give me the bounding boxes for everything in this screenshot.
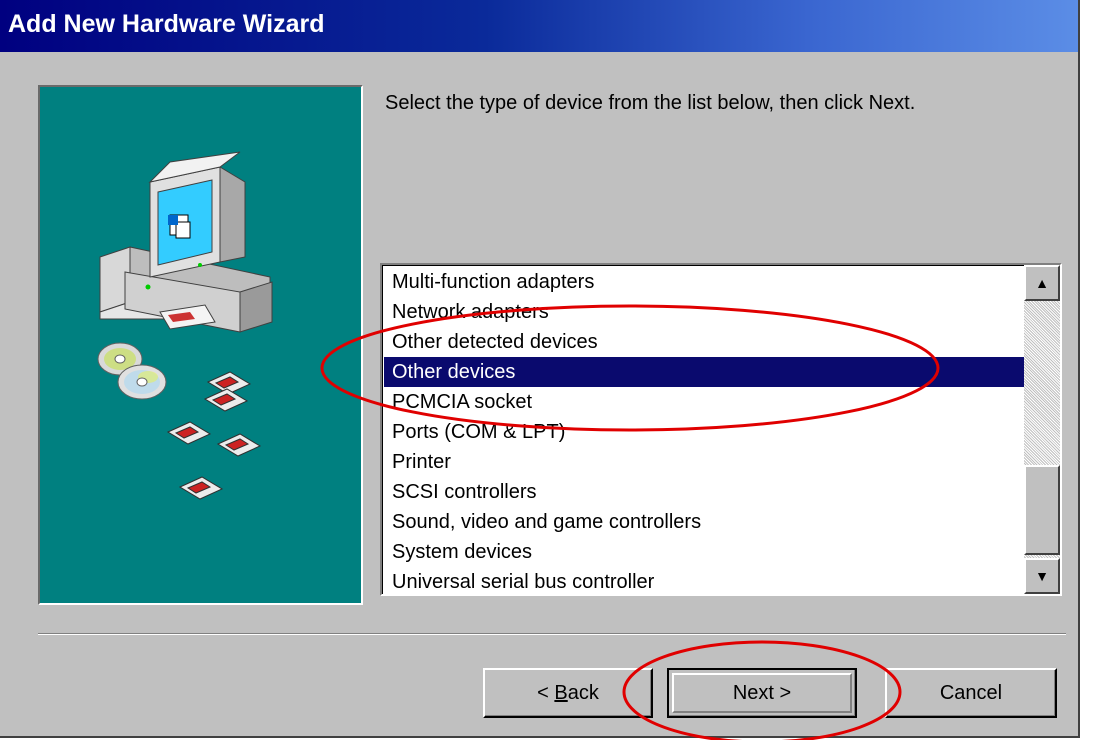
back-button[interactable]: < Back xyxy=(483,668,653,718)
cancel-button-label: Cancel xyxy=(939,681,1003,704)
list-item-system-devices[interactable]: System devices xyxy=(384,537,1024,567)
scrollbar-thumb[interactable] xyxy=(1024,465,1060,555)
list-item-printer[interactable]: Printer xyxy=(384,447,1024,477)
scroll-down-arrow-icon[interactable]: ▼ xyxy=(1024,558,1060,594)
list-item-ports[interactable]: Ports (COM & LPT) xyxy=(384,417,1024,447)
back-button-prefix: < xyxy=(537,681,555,704)
list-item-network-adapters[interactable]: Network adapters xyxy=(384,297,1024,327)
next-button[interactable]: Next > xyxy=(667,668,857,718)
device-type-list: Multi-function adapters Network adapters… xyxy=(384,267,1024,594)
button-divider xyxy=(38,633,1066,635)
wizard-window: Add New Hardware Wizard Select the type … xyxy=(0,0,1080,738)
next-button-label: Next > xyxy=(732,681,792,704)
list-item-pcmcia-socket[interactable]: PCMCIA socket xyxy=(384,387,1024,417)
list-item-usb-controller[interactable]: Universal serial bus controller xyxy=(384,567,1024,594)
list-item-scsi-controllers[interactable]: SCSI controllers xyxy=(384,477,1024,507)
back-button-accelerator: B xyxy=(554,681,568,704)
title-bar[interactable]: Add New Hardware Wizard xyxy=(0,0,1078,52)
computer-with-discs-illustration xyxy=(97,151,273,500)
device-type-listbox[interactable]: Multi-function adapters Network adapters… xyxy=(380,263,1062,596)
scroll-up-arrow-icon[interactable]: ▲ xyxy=(1024,265,1060,301)
instruction-text: Select the type of device from the list … xyxy=(385,92,916,114)
list-item-other-detected-devices[interactable]: Other detected devices xyxy=(384,327,1024,357)
list-item-other-devices[interactable]: Other devices xyxy=(384,357,1024,387)
back-button-label: ack xyxy=(567,681,599,704)
wizard-illustration xyxy=(38,85,363,605)
vertical-scrollbar[interactable]: ▲ ▼ xyxy=(1024,265,1060,594)
list-item-sound-video-game-controllers[interactable]: Sound, video and game controllers xyxy=(384,507,1024,537)
window-title: Add New Hardware Wizard xyxy=(8,10,325,38)
cancel-button[interactable]: Cancel xyxy=(885,668,1057,718)
list-item-multi-function-adapters[interactable]: Multi-function adapters xyxy=(384,267,1024,297)
